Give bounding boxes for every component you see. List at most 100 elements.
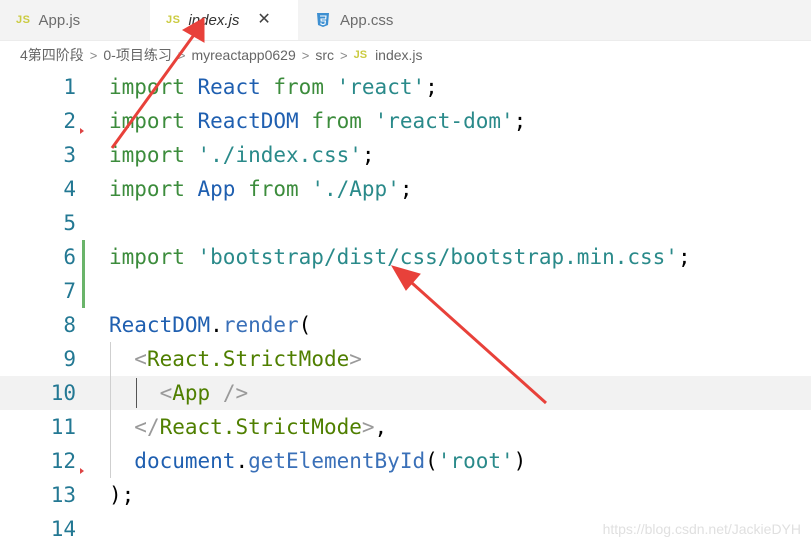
code-line[interactable]: 10 <App /> [0, 376, 811, 410]
gutter-marker-icon [80, 468, 84, 474]
code-text: import React from 'react'; [109, 70, 438, 104]
breadcrumb: 4第四阶段 > 0-项目练习 > myreactapp0629 > src > … [0, 40, 811, 70]
gutter-marker-icon [80, 128, 84, 134]
code-line[interactable]: 12 document.getElementById('root') [0, 444, 811, 478]
breadcrumb-item[interactable]: src [315, 47, 334, 63]
line-number: 9 [63, 347, 76, 371]
modified-lines-marker [82, 240, 85, 308]
breadcrumb-item[interactable]: myreactapp0629 [191, 47, 295, 63]
line-number: 10 [50, 381, 76, 405]
code-line[interactable]: 6 import 'bootstrap/dist/css/bootstrap.mi… [0, 240, 811, 274]
code-line[interactable]: 13); [0, 478, 811, 512]
code-token: App [172, 381, 211, 405]
tab-label: App.js [38, 11, 81, 29]
code-text: document.getElementById('root') [109, 444, 526, 478]
close-icon[interactable]: ✕ [257, 12, 270, 28]
code-token: > [349, 347, 362, 371]
code-text: ); [109, 478, 134, 512]
tab-app-js[interactable]: JS App.js [0, 0, 150, 40]
line-number: 7 [63, 279, 76, 303]
code-token: ReactDOM [197, 109, 299, 133]
breadcrumb-item[interactable]: 4第四阶段 [20, 45, 84, 65]
code-token: App [197, 177, 236, 201]
code-token: /> [222, 381, 249, 405]
code-token: './index.css' [197, 143, 362, 167]
code-text: <React.StrictMode> [109, 342, 362, 376]
code-token: import [109, 75, 185, 99]
code-text: ReactDOM.render( [109, 308, 311, 342]
code-token: React.StrictMode [146, 347, 350, 371]
code-token: from [273, 75, 324, 99]
line-number: 2 [63, 109, 76, 133]
code-token: ) [513, 449, 527, 473]
line-number: 6 [63, 245, 76, 269]
code-line[interactable]: 2 import ReactDOM from 'react-dom'; [0, 104, 811, 138]
code-token: ); [109, 483, 135, 507]
code-text: import 'bootstrap/dist/css/bootstrap.min… [109, 240, 691, 274]
line-number: 12 [50, 449, 76, 473]
chevron-right-icon: > [301, 47, 310, 63]
code-token: 'react' [336, 75, 426, 99]
line-number: 4 [63, 177, 76, 201]
code-token: ; [399, 177, 413, 201]
code-line[interactable]: 7 [0, 274, 811, 308]
line-number: 11 [50, 415, 76, 439]
chevron-right-icon: > [177, 47, 186, 63]
code-token: 'react-dom' [374, 109, 514, 133]
code-line[interactable]: 11 </React.StrictMode>, [0, 410, 811, 444]
code-token: > [361, 415, 375, 439]
javascript-file-icon: JS [16, 14, 31, 26]
code-token: ( [425, 449, 438, 473]
line-number: 14 [50, 517, 76, 541]
tab-label: index.js [188, 11, 240, 29]
tab-app-css[interactable]: App.css [298, 0, 448, 40]
indent-guide-active [136, 378, 137, 408]
code-token: React.StrictMode [159, 415, 362, 439]
code-token: ; [425, 75, 438, 99]
code-token: './App' [311, 177, 400, 201]
code-line[interactable]: 3 import './index.css'; [0, 138, 811, 172]
line-number: 13 [50, 483, 76, 507]
code-token: render [222, 313, 299, 337]
code-line[interactable]: 8 ReactDOM.render( [0, 308, 811, 342]
breadcrumb-item[interactable]: 0-项目练习 [103, 45, 171, 65]
tab-label: App.css [340, 11, 394, 29]
code-token: 'root' [437, 449, 514, 473]
code-token: import [109, 177, 185, 201]
code-text: import ReactDOM from 'react-dom'; [109, 104, 526, 138]
code-text: </React.StrictMode>, [109, 410, 387, 444]
line-number: 8 [63, 313, 76, 337]
code-line[interactable]: 5 [0, 206, 811, 240]
code-line[interactable]: 9 <React.StrictMode> [0, 342, 811, 376]
breadcrumb-file[interactable]: index.js [375, 47, 422, 63]
tab-index-js[interactable]: JS index.js ✕ [150, 0, 298, 40]
chevron-right-icon: > [89, 47, 98, 63]
code-editor[interactable]: 1 import React from 'react'; 2 import React… [0, 70, 811, 549]
code-token: import [109, 109, 185, 133]
code-token: . [235, 449, 249, 473]
tab-bar: JS App.js JS index.js ✕ App.css [0, 0, 811, 41]
code-token: </ [134, 415, 160, 439]
code-token: 'bootstrap/dist/css/bootstrap.min.css' [197, 245, 678, 269]
css-file-icon [317, 13, 329, 27]
code-line[interactable]: 4 import App from './App'; [0, 172, 811, 206]
code-token: , [374, 415, 388, 439]
code-line[interactable]: 1 import React from 'react'; [0, 70, 811, 104]
code-token: < [134, 347, 147, 371]
code-token: document [134, 449, 236, 473]
code-token: import [109, 143, 185, 167]
code-token: < [159, 381, 173, 405]
code-token: ; [677, 245, 691, 269]
